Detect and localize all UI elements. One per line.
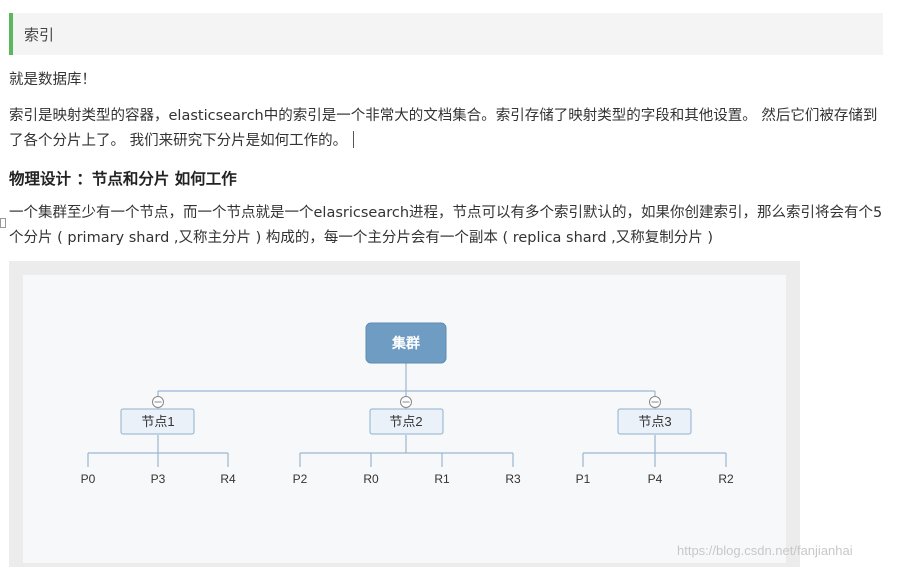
node-box-3: 节点3: [617, 408, 692, 435]
paragraph-cluster-description: 一个集群至少有一个节点，而一个节点就是一个elasricsearch进程，节点可…: [9, 205, 883, 246]
subheading-physical-design: 物理设计 ：节点和分片 如何工作: [9, 170, 237, 188]
cluster-label: 集群: [391, 335, 420, 351]
shard-label: R0: [363, 472, 379, 486]
diagram-frame: 集群 节点1 节点2 节点3 P0 P3 R4 P2 R0 R1 R3 P1 P…: [9, 261, 800, 567]
shard-label: P1: [576, 472, 591, 486]
node-label-3: 节点3: [638, 414, 671, 429]
shard-label: R3: [505, 472, 521, 486]
node-label-2: 节点2: [389, 414, 422, 429]
shard-labels: P0 P3 R4 P2 R0 R1 R3 P1 P4 R2: [81, 472, 734, 486]
shard-label: P0: [81, 472, 96, 486]
watermark: https://blog.csdn.net/fanjianhai: [677, 543, 853, 558]
node-box-2: 节点2: [369, 408, 444, 435]
shard-label: R4: [220, 472, 236, 486]
side-marker-icon: [0, 218, 6, 228]
node-label-1: 节点1: [141, 414, 174, 429]
shard-label: P2: [293, 472, 308, 486]
collapse-icon-node1[interactable]: [152, 396, 164, 408]
text-caret: [353, 131, 355, 148]
cluster-node: 集群: [365, 322, 447, 364]
paragraph-index-text: 索引是映射类型的容器，elasticsearch中的索引是一个非常大的文档集合。…: [9, 108, 878, 149]
node-box-1: 节点1: [120, 408, 195, 435]
shard-label: P4: [648, 472, 663, 486]
collapse-icon-node3[interactable]: [649, 396, 661, 408]
shard-label: R1: [434, 472, 450, 486]
collapse-icon-node2[interactable]: [400, 396, 412, 408]
shard-label: R2: [718, 472, 734, 486]
shard-label: P3: [151, 472, 166, 486]
paragraph-index-description: 索引是映射类型的容器，elasticsearch中的索引是一个非常大的文档集合。…: [9, 104, 885, 154]
paragraph-intro: 就是数据库！: [9, 72, 96, 88]
cluster-diagram: 集群 节点1 节点2 节点3 P0 P3 R4 P2 R0 R1 R3 P1 P…: [23, 275, 786, 563]
section-heading: 索引: [9, 13, 883, 55]
section-title: 索引: [24, 26, 55, 44]
cluster-diagram-svg: 集群 节点1 节点2 节点3 P0 P3 R4 P2 R0 R1 R3 P1 P…: [81, 322, 734, 486]
